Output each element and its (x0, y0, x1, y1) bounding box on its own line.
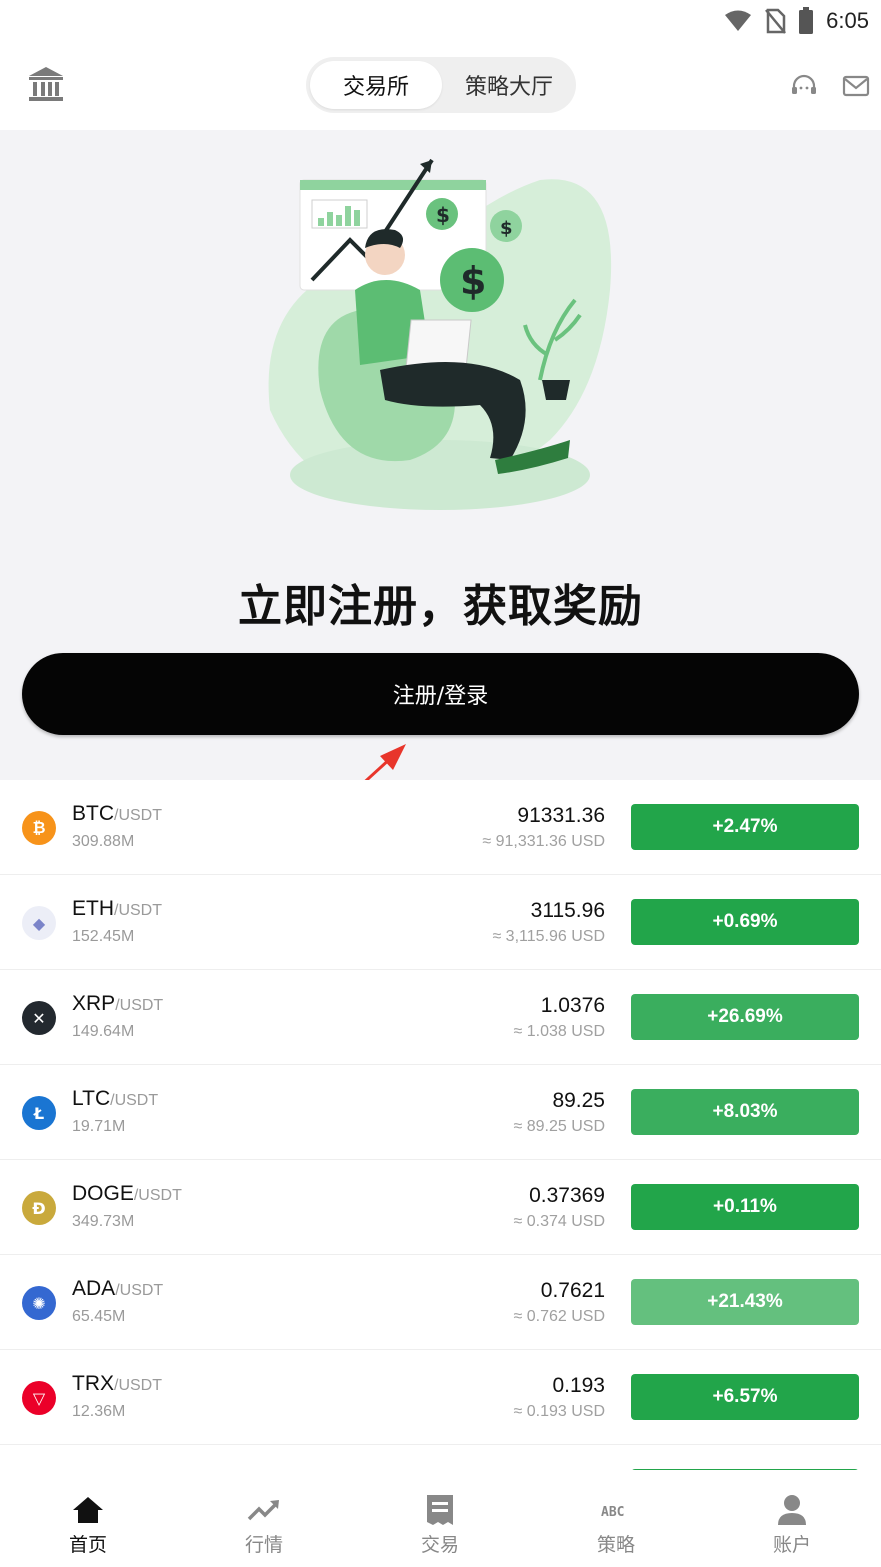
trader-illustration: $ $ $ (250, 140, 630, 520)
home-icon (71, 1494, 105, 1526)
tab-strategy-hall[interactable]: 策略大厅 (446, 61, 572, 109)
nav-trade[interactable]: 交易 (352, 1474, 528, 1567)
coin-price-usd: ≈ 0.193 USD (513, 1403, 606, 1420)
coin-price-usd: ≈ 1.038 USD (513, 1023, 606, 1040)
wifi-icon (725, 10, 752, 31)
change-badge[interactable]: +0.69% (631, 899, 859, 945)
coin-ada-icon: ✺ (22, 1286, 56, 1320)
market-row[interactable]: ◆ ETH/USDT 152.45M 3115.96 ≈ 3,115.96 USD +0.… (0, 875, 881, 970)
coin-volume: 149.64M (72, 1023, 135, 1040)
coin-quote: /USDT (133, 1187, 182, 1204)
hero-banner: $ $ $ 立即注册，获取奖励 注册/登录 (0, 130, 881, 780)
top-nav: 交易所 策略大厅 (0, 42, 881, 130)
svg-text:ABC: ABC (601, 1505, 624, 1520)
change-badge[interactable]: +26.69% (631, 994, 859, 1040)
change-badge[interactable] (631, 1469, 859, 1470)
nav-home[interactable]: 首页 (0, 1474, 176, 1567)
bank-icon[interactable] (26, 64, 66, 104)
coin-price-usd: ≈ 91,331.36 USD (482, 833, 605, 850)
coin-price: 1.0376 (540, 994, 605, 1017)
nav-account[interactable]: 账户 (704, 1474, 880, 1567)
coin-symbol: BCH/USDT (72, 1467, 164, 1470)
bottom-nav: 首页 行情 交易 ABC 策略 账户 (0, 1474, 881, 1567)
mail-icon[interactable] (842, 74, 870, 98)
coin-ltc-icon: Ł (22, 1096, 56, 1130)
trend-icon (247, 1494, 281, 1526)
nav-strategy-label: 策略 (596, 1534, 635, 1556)
coin-quote: /USDT (115, 997, 164, 1014)
coin-quote: /USDT (114, 807, 162, 824)
coin-price: 89.25 (552, 1089, 605, 1112)
coin-price: 0.193 (552, 1374, 605, 1397)
market-row[interactable]: ₿ BTC/USDT 309.88M 91331.36 ≈ 91,331.36 USD +… (0, 780, 881, 875)
coin-symbol: TRX/USDT (72, 1372, 162, 1395)
no-sim-icon (765, 8, 787, 34)
status-bar: 6:05 (0, 0, 881, 42)
coin-symbol: ETH/USDT (72, 897, 162, 920)
status-time: 6:05 (826, 8, 869, 33)
receipt-icon (423, 1494, 457, 1526)
tab-exchange[interactable]: 交易所 (310, 61, 442, 109)
change-badge[interactable]: +0.11% (631, 1184, 859, 1230)
coin-volume: 65.45M (72, 1308, 126, 1325)
nav-trade-label: 交易 (420, 1534, 459, 1556)
coin-volume: 19.71M (72, 1118, 126, 1135)
coin-price: 0.7621 (540, 1279, 605, 1302)
market-row[interactable]: ✺ ADA/USDT 65.45M 0.7621 ≈ 0.762 USD +21.43% (0, 1255, 881, 1350)
coin-symbol: LTC/USDT (72, 1087, 159, 1110)
market-row[interactable]: ✕ XRP/USDT 149.64M 1.0376 ≈ 1.038 USD +26.69% (0, 970, 881, 1065)
coin-quote: /USDT (110, 1092, 159, 1109)
battery-icon (799, 7, 814, 34)
change-badge[interactable]: +6.57% (631, 1374, 859, 1420)
change-badge[interactable]: +2.47% (631, 804, 859, 850)
svg-text:$: $ (500, 218, 513, 239)
coin-symbol: BTC/USDT (72, 802, 162, 825)
nav-strategy[interactable]: ABC 策略 (528, 1474, 704, 1567)
nav-market[interactable]: 行情 (176, 1474, 352, 1567)
nav-home-label: 首页 (68, 1534, 107, 1556)
hero-title: 立即注册，获取奖励 (238, 581, 643, 632)
coin-quote: /USDT (114, 1377, 162, 1394)
coin-volume: 152.45M (72, 928, 135, 945)
coin-price-usd: ≈ 89.25 USD (513, 1118, 606, 1135)
support-icon[interactable] (790, 72, 818, 100)
abc-icon: ABC (599, 1494, 633, 1526)
coin-price-usd: ≈ 0.762 USD (513, 1308, 606, 1325)
coin-quote: /USDT (115, 1282, 164, 1299)
coin-quote: /USDT (114, 902, 162, 919)
svg-text:$: $ (436, 203, 450, 227)
coin-price: 449.9 (552, 1469, 605, 1470)
coin-eth-icon: ◆ (22, 906, 56, 940)
coin-symbol: ADA/USDT (72, 1277, 164, 1300)
change-badge[interactable]: +21.43% (631, 1279, 859, 1325)
person-icon (775, 1494, 809, 1526)
coin-price: 91331.36 (517, 804, 605, 827)
coin-xrp-icon: ✕ (22, 1001, 56, 1035)
nav-account-label: 账户 (772, 1534, 811, 1556)
register-login-button[interactable]: 注册/登录 (22, 653, 859, 735)
market-segment-control: 交易所 策略大厅 (306, 57, 576, 113)
coin-symbol: DOGE/USDT (72, 1182, 182, 1205)
market-row[interactable]: Ð DOGE/USDT 349.73M 0.37369 ≈ 0.374 USD +0.11… (0, 1160, 881, 1255)
coin-volume: 309.88M (72, 833, 135, 850)
change-badge[interactable]: +8.03% (631, 1089, 859, 1135)
coin-volume: 12.36M (72, 1403, 126, 1420)
coin-price-usd: ≈ 0.374 USD (513, 1213, 606, 1230)
market-row[interactable]: ▽ TRX/USDT 12.36M 0.193 ≈ 0.193 USD +6.57% (0, 1350, 881, 1445)
svg-text:$: $ (460, 259, 486, 303)
market-row[interactable]: Ł LTC/USDT 19.71M 89.25 ≈ 89.25 USD +8.03% (0, 1065, 881, 1160)
coin-doge-icon: Ð (22, 1191, 56, 1225)
market-row[interactable]: BCH/USDT 449.9 (0, 1445, 881, 1470)
coin-trx-icon: ▽ (22, 1381, 56, 1415)
coin-price-usd: ≈ 3,115.96 USD (492, 928, 605, 945)
coin-symbol: XRP/USDT (72, 992, 164, 1015)
coin-btc-icon: ₿ (22, 811, 56, 845)
coin-volume: 349.73M (72, 1213, 135, 1230)
market-list: ₿ BTC/USDT 309.88M 91331.36 ≈ 91,331.36 USD +… (0, 780, 881, 1470)
coin-price: 0.37369 (529, 1184, 605, 1207)
nav-market-label: 行情 (244, 1534, 283, 1556)
coin-price: 3115.96 (530, 899, 605, 922)
